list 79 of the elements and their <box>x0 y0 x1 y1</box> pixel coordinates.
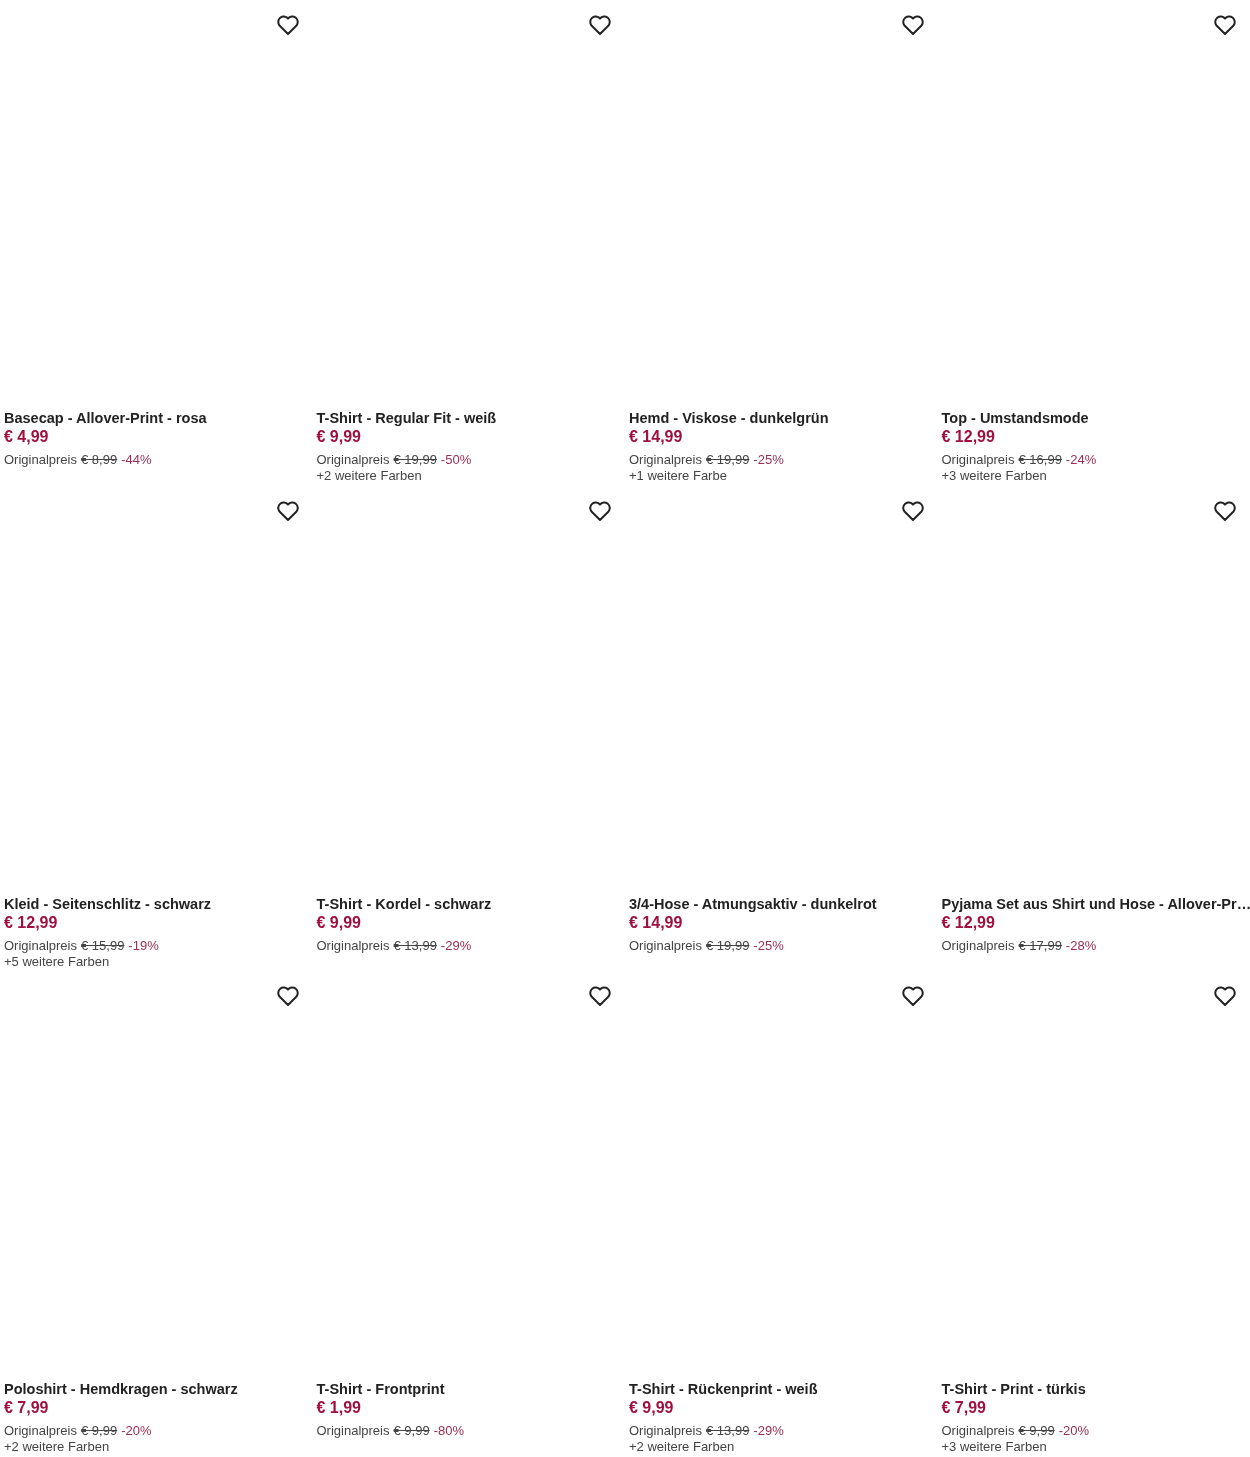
original-price-label: Originalpreis <box>941 452 1015 468</box>
original-price: € 8,99 <box>81 452 118 468</box>
original-price: € 17,99 <box>1018 937 1062 954</box>
product-price: € 9,99 <box>316 428 362 446</box>
original-price: € 19,99 <box>706 937 750 954</box>
original-price-label: Originalpreis <box>629 1423 702 1440</box>
original-price-label: Originalpreis <box>941 937 1015 954</box>
product-title[interactable]: Basecap - Allover-Print - rosa <box>4 408 311 428</box>
product-title[interactable]: Kleid - Seitenschlitz - schwarz <box>4 893 311 914</box>
more-colors: +2 weitere Farben <box>316 468 423 484</box>
heart-icon <box>275 985 300 1008</box>
product-price: € 14,99 <box>629 428 684 446</box>
original-price: € 16,99 <box>1018 452 1062 468</box>
more-colors: +2 weitere Farben <box>4 1439 111 1456</box>
original-price-label: Originalpreis <box>316 1423 390 1440</box>
heart-icon <box>900 14 925 36</box>
original-price-label: Originalpreis <box>4 1423 77 1440</box>
discount: -29% <box>753 1423 784 1440</box>
product-price: € 9,99 <box>629 1399 675 1418</box>
heart-icon <box>1213 985 1237 1008</box>
more-colors: +3 weitere Farben <box>941 468 1048 484</box>
original-price: € 19,99 <box>706 452 750 468</box>
more-colors: +3 weitere Farben <box>941 1439 1048 1456</box>
discount: -24% <box>1065 452 1097 468</box>
original-price: € 15,99 <box>81 937 125 954</box>
discount: -29% <box>440 937 472 954</box>
discount: -25% <box>753 937 784 954</box>
original-price-label: Originalpreis <box>629 937 702 954</box>
original-price-label: Originalpreis <box>4 452 77 468</box>
product-title[interactable]: Poloshirt - Hemdkragen - schwarz <box>4 1379 311 1400</box>
discount: -20% <box>1058 1423 1089 1440</box>
product-title[interactable]: T-Shirt - Print - türkis <box>941 1379 1248 1400</box>
more-colors: +5 weitere Farben <box>4 953 111 970</box>
product-price: € 4,99 <box>4 428 50 446</box>
original-price-label: Originalpreis <box>316 452 390 468</box>
original-price: € 9,99 <box>81 1423 118 1440</box>
heart-icon <box>588 985 612 1008</box>
original-price: € 13,99 <box>393 937 437 954</box>
product-price: € 12,99 <box>941 428 996 446</box>
original-price-label: Originalpreis <box>629 452 702 468</box>
product-title[interactable]: 3/4-Hose - Atmungsaktiv - dunkelrot <box>629 893 936 914</box>
discount: -19% <box>128 937 159 954</box>
original-price-label: Originalpreis <box>4 937 77 954</box>
product-price: € 12,99 <box>4 913 59 932</box>
original-price-label: Originalpreis <box>941 1423 1015 1440</box>
discount: -20% <box>121 1423 152 1440</box>
discount: -80% <box>433 1423 464 1440</box>
product-title[interactable]: Top - Umstandsmode <box>941 408 1248 428</box>
more-colors: +2 weitere Farben <box>629 1439 736 1456</box>
product-price: € 12,99 <box>941 913 996 932</box>
more-colors: +1 weitere Farbe <box>629 468 728 484</box>
heart-icon <box>900 499 925 522</box>
discount: -44% <box>121 452 152 468</box>
product-title[interactable]: T-Shirt - Kordel - schwarz <box>316 893 623 914</box>
discount: -28% <box>1065 937 1097 954</box>
original-price: € 9,99 <box>393 1423 430 1440</box>
product-price: € 14,99 <box>629 913 684 932</box>
heart-icon <box>1213 14 1237 36</box>
product-title[interactable]: Pyjama Set aus Shirt und Hose - Allover-Pr… <box>941 893 1248 914</box>
original-price: € 19,99 <box>393 452 437 468</box>
product-title[interactable]: Hemd - Viskose - dunkelgrün <box>629 408 936 428</box>
product-title[interactable]: T-Shirt - Rückenprint - weiß <box>629 1379 936 1400</box>
original-price: € 13,99 <box>706 1423 750 1440</box>
product-price: € 7,99 <box>941 1399 987 1418</box>
discount: -25% <box>753 452 784 468</box>
heart-icon <box>275 14 300 36</box>
heart-icon <box>588 14 612 36</box>
product-title[interactable]: T-Shirt - Regular Fit - weiß <box>316 408 623 428</box>
product-price: € 9,99 <box>316 913 362 932</box>
product-price: € 7,99 <box>4 1399 50 1418</box>
discount: -50% <box>440 452 472 468</box>
heart-icon <box>1213 499 1237 522</box>
product-title[interactable]: T-Shirt - Frontprint <box>316 1379 623 1400</box>
original-price: € 9,99 <box>1018 1423 1055 1440</box>
heart-icon <box>588 499 612 522</box>
product-price: € 1,99 <box>316 1399 362 1418</box>
original-price-label: Originalpreis <box>316 937 390 954</box>
heart-icon <box>900 985 925 1008</box>
heart-icon <box>275 499 300 522</box>
